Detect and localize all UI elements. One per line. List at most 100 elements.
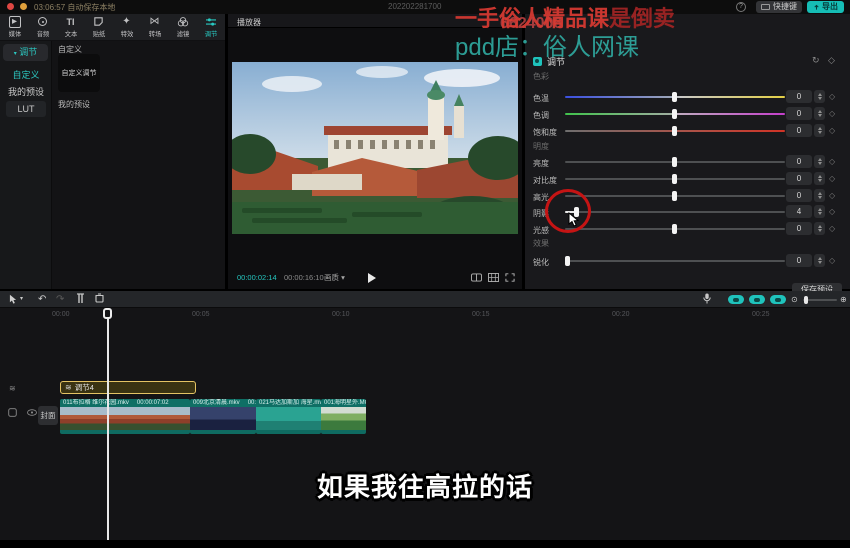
keyframe-icon[interactable]: ◇ [829,92,835,101]
tab-audio[interactable]: 音频 [31,16,55,39]
adjustment-layer-clip[interactable]: ≋ 调节4 [60,381,196,394]
tint-slider[interactable] [565,113,785,115]
slider-handle[interactable] [672,92,677,102]
contrast-value[interactable]: 0 [786,172,812,185]
keyframe-icon[interactable]: ◇ [829,191,835,200]
quality-dropdown[interactable]: 画质 ▾ [324,272,345,283]
sidebar-item-my-presets[interactable]: 我的预设 [0,85,52,98]
slider-handle[interactable] [672,224,677,234]
highlights-value[interactable]: 0 [786,189,812,202]
export-button[interactable]: 导出 [807,1,844,13]
stepper[interactable] [814,90,825,103]
slider-handle[interactable] [672,191,677,201]
slider-handle[interactable] [672,109,677,119]
keyframe-icon[interactable]: ◇ [829,256,835,265]
clip-outdoor[interactable]: 001海明星外.MOV00 [321,399,366,434]
temperature-value[interactable]: 0 [786,90,812,103]
tab-text[interactable]: TI文本 [59,16,83,39]
help-icon[interactable]: ? [736,2,746,12]
timeline-zoom-handle[interactable] [804,296,808,304]
sharpen-slider[interactable] [565,260,785,262]
stepper[interactable] [814,155,825,168]
stepper[interactable] [814,124,825,137]
keyframe-icon[interactable]: ◇ [829,157,835,166]
stepper[interactable] [814,172,825,185]
tab-media[interactable]: ▸媒体 [3,16,27,39]
auto-snap-toggle[interactable] [749,295,765,304]
tab-sticker[interactable]: 贴纸 [87,16,111,39]
clip-prague[interactable]: 011布拉格 维尔花园.mkv00:00:07:02 [60,399,190,434]
sharpen-value[interactable]: 0 [786,254,812,267]
close-window-button[interactable] [7,3,14,10]
timeline-fit-icon[interactable]: ⊕ [840,293,847,306]
highlights-slider[interactable] [565,195,785,197]
keyframe-icon[interactable]: ◇ [829,174,835,183]
upload-icon [813,4,820,11]
transition-icon: ⋈ [150,16,160,28]
brightness-slider[interactable] [565,161,785,163]
sidebar-item-custom[interactable]: 自定义 [0,68,52,81]
video-preview[interactable] [232,62,518,234]
redo-icon[interactable]: ↷ [56,293,64,306]
fullscreen-icon[interactable] [505,273,515,282]
shortcut-keys-button[interactable]: 快捷键 [756,1,802,13]
stepper[interactable] [814,189,825,202]
tab-adjust[interactable]: 调节 [199,16,223,39]
split-icon[interactable] [76,293,85,304]
contrast-slider[interactable] [565,178,785,180]
ruler-tick: 00:25 [752,311,770,318]
play-button[interactable] [368,273,376,283]
keyframe-icon[interactable]: ◇ [829,224,835,233]
link-toggle[interactable] [770,295,786,304]
light-sensation-value[interactable]: 0 [786,222,812,235]
hide-track-icon[interactable] [27,409,37,416]
reset-icon[interactable]: ↻ [812,55,820,66]
select-tool-icon[interactable] [8,294,18,305]
temperature-slider[interactable] [565,96,785,98]
minimize-window-button[interactable] [20,3,27,10]
sidebar-category-adjust[interactable]: ▾ 调节 [3,44,48,61]
slider-handle[interactable] [565,256,570,266]
keyboard-icon [761,4,770,10]
magnet-snap-toggle[interactable] [728,295,744,304]
clip-beijing[interactable]: 009北京清晨.mkv00:00:0 [190,399,256,434]
undo-icon[interactable]: ↶ [38,293,46,306]
playhead-handle[interactable] [103,308,112,319]
slider-handle[interactable] [672,157,677,167]
clip-madagascar[interactable]: 021马达加斯加 海星.mv [256,399,321,434]
timeline-zoom-slider[interactable] [803,299,837,301]
shadows-value[interactable]: 4 [786,205,812,218]
saturation-slider[interactable] [565,130,785,132]
tab-filter[interactable]: 滤镜 [171,16,195,39]
stepper[interactable] [814,205,825,218]
compare-icon[interactable] [471,273,482,282]
stepper[interactable] [814,222,825,235]
slider-handle[interactable] [672,174,677,184]
tool-caret-icon[interactable]: ▾ [20,293,23,306]
mouse-cursor-icon [568,212,581,228]
preview-axis-icon[interactable]: ⊙ [791,293,798,306]
delete-icon[interactable] [95,293,104,303]
keyframe-icon[interactable]: ◇ [829,126,835,135]
tab-transition[interactable]: ⋈转场 [143,16,167,39]
titlebar: 03:06:57 自动保存本地 202202281700 ? 快捷键 导出 [0,0,850,14]
stepper[interactable] [814,254,825,267]
mute-track-icon[interactable] [8,408,17,417]
tint-value[interactable]: 0 [786,107,812,120]
keyframe-header-icon[interactable]: ◇ [828,55,835,66]
cover-button[interactable]: 封面 [38,406,58,425]
ratio-grid-icon[interactable] [488,273,499,282]
saturation-value[interactable]: 0 [786,124,812,137]
slider-handle[interactable] [672,126,677,136]
playhead[interactable] [107,308,109,540]
tab-effects[interactable]: ✦特效 [115,16,139,39]
custom-adjust-card[interactable]: 自定义调节 [58,54,100,92]
stepper[interactable] [814,107,825,120]
keyframe-icon[interactable]: ◇ [829,207,835,216]
keyframe-icon[interactable]: ◇ [829,109,835,118]
record-mic-icon[interactable] [703,293,711,304]
shadows-slider[interactable] [565,211,785,213]
sidebar-item-lut[interactable]: LUT [0,101,52,117]
light-sensation-slider[interactable] [565,228,785,230]
brightness-value[interactable]: 0 [786,155,812,168]
